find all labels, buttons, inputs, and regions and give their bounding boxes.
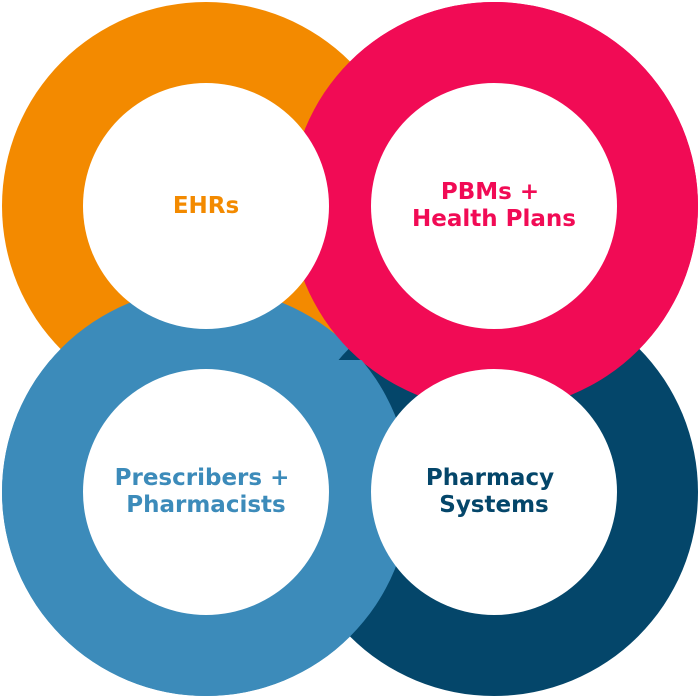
ring-pharmacy-label-line: Systems [439,492,549,518]
ecosystem-diagram: EHRs PBMs + Health Plans Prescribers + P… [0,0,700,700]
ring-prescribers-label-line: Prescribers + [115,465,290,491]
ring-pbms-label-line: PBMs + [441,179,539,205]
ring-ehrs-label-line: EHRs [173,193,239,219]
ring-pbms-label-line: Health Plans [412,206,576,232]
ring-prescribers-label-line: Pharmacists [126,492,285,518]
ring-prescribers-label: Prescribers + Pharmacists [115,465,298,518]
ring-pharmacy-label: Pharmacy Systems [426,465,562,518]
rings-canvas: EHRs PBMs + Health Plans Prescribers + P… [2,2,698,696]
ring-pharmacy-label-line: Pharmacy [426,465,554,491]
ring-ehrs-label: EHRs [173,193,239,219]
